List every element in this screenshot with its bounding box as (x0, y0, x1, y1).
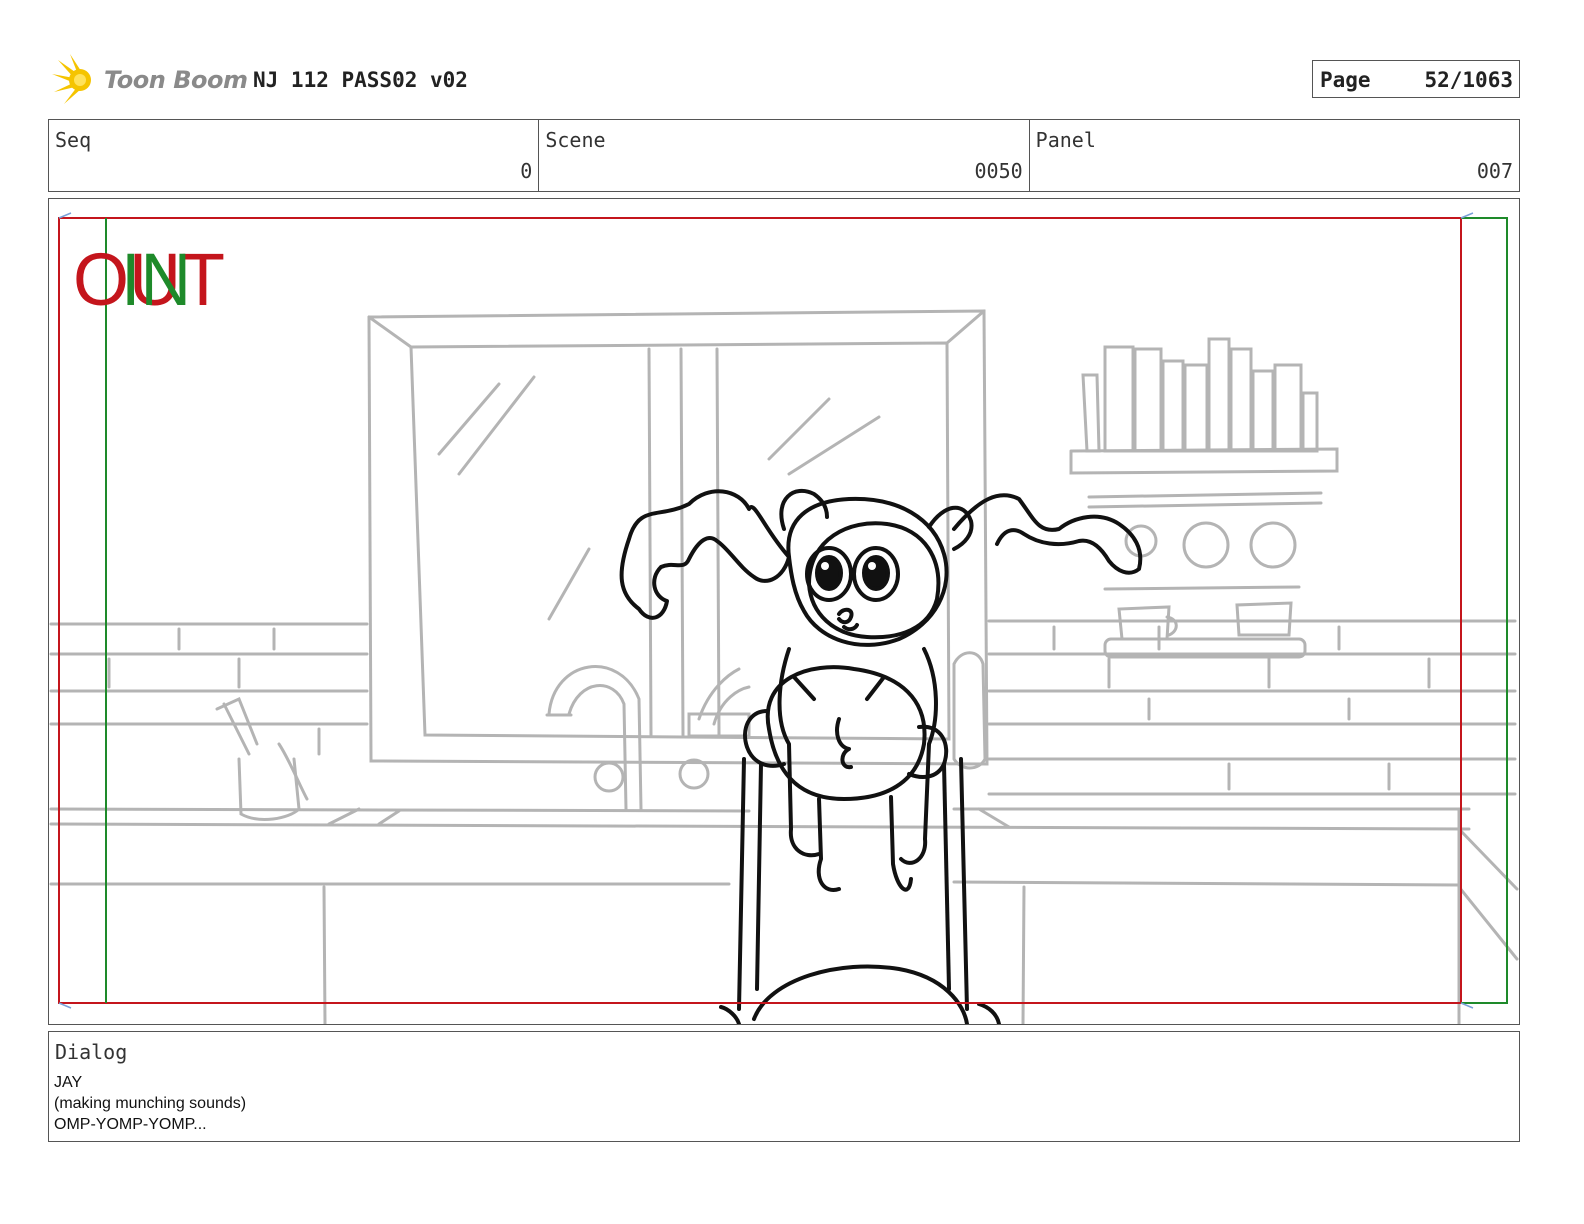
scene-label: Scene (545, 128, 606, 152)
toon-boom-logo-icon (52, 54, 91, 104)
document-title: NJ 112 PASS02 v02 (253, 68, 468, 92)
panel-drawing: OUT IN (49, 212, 1519, 1024)
seq-cell: Seq 0 (49, 120, 540, 191)
seq-value: 0 (520, 159, 533, 183)
in-marker: IN (121, 238, 191, 321)
panel-value: 007 (1476, 159, 1513, 183)
dialog-character: JAY (54, 1074, 83, 1091)
page-value: 52/1063 (1424, 68, 1513, 92)
page-counter: Page 52/1063 (1312, 60, 1520, 98)
dialog-box: Dialog JAY (making munching sounds) OMP-… (48, 1031, 1520, 1142)
storyboard-header: Toon Boom NJ 112 PASS02 v02 Page 52/1063 (48, 52, 1520, 108)
dialog-parenthetical: (making munching sounds) (54, 1095, 247, 1112)
in-frame-right (1461, 217, 1508, 1004)
scene-value: 0050 (974, 159, 1023, 183)
shot-info-bar: Seq 0 Scene 0050 Panel 007 (48, 119, 1520, 192)
brand-name: Toon Boom (104, 66, 248, 94)
panel-cell: Panel 007 (1030, 120, 1519, 191)
dialog-text: JAY (making munching sounds) OMP-YOMP-YO… (54, 1072, 246, 1135)
scene-cell: Scene 0050 (539, 120, 1030, 191)
storyboard-panel: OUT IN (48, 198, 1520, 1025)
panel-label: Panel (1035, 128, 1096, 152)
dialog-line: OMP-YOMP-YOMP... (54, 1116, 207, 1133)
character-drawing (619, 488, 1143, 1024)
dialog-label: Dialog (55, 1040, 128, 1064)
seq-label: Seq (55, 128, 92, 152)
page-label: Page (1320, 68, 1371, 92)
